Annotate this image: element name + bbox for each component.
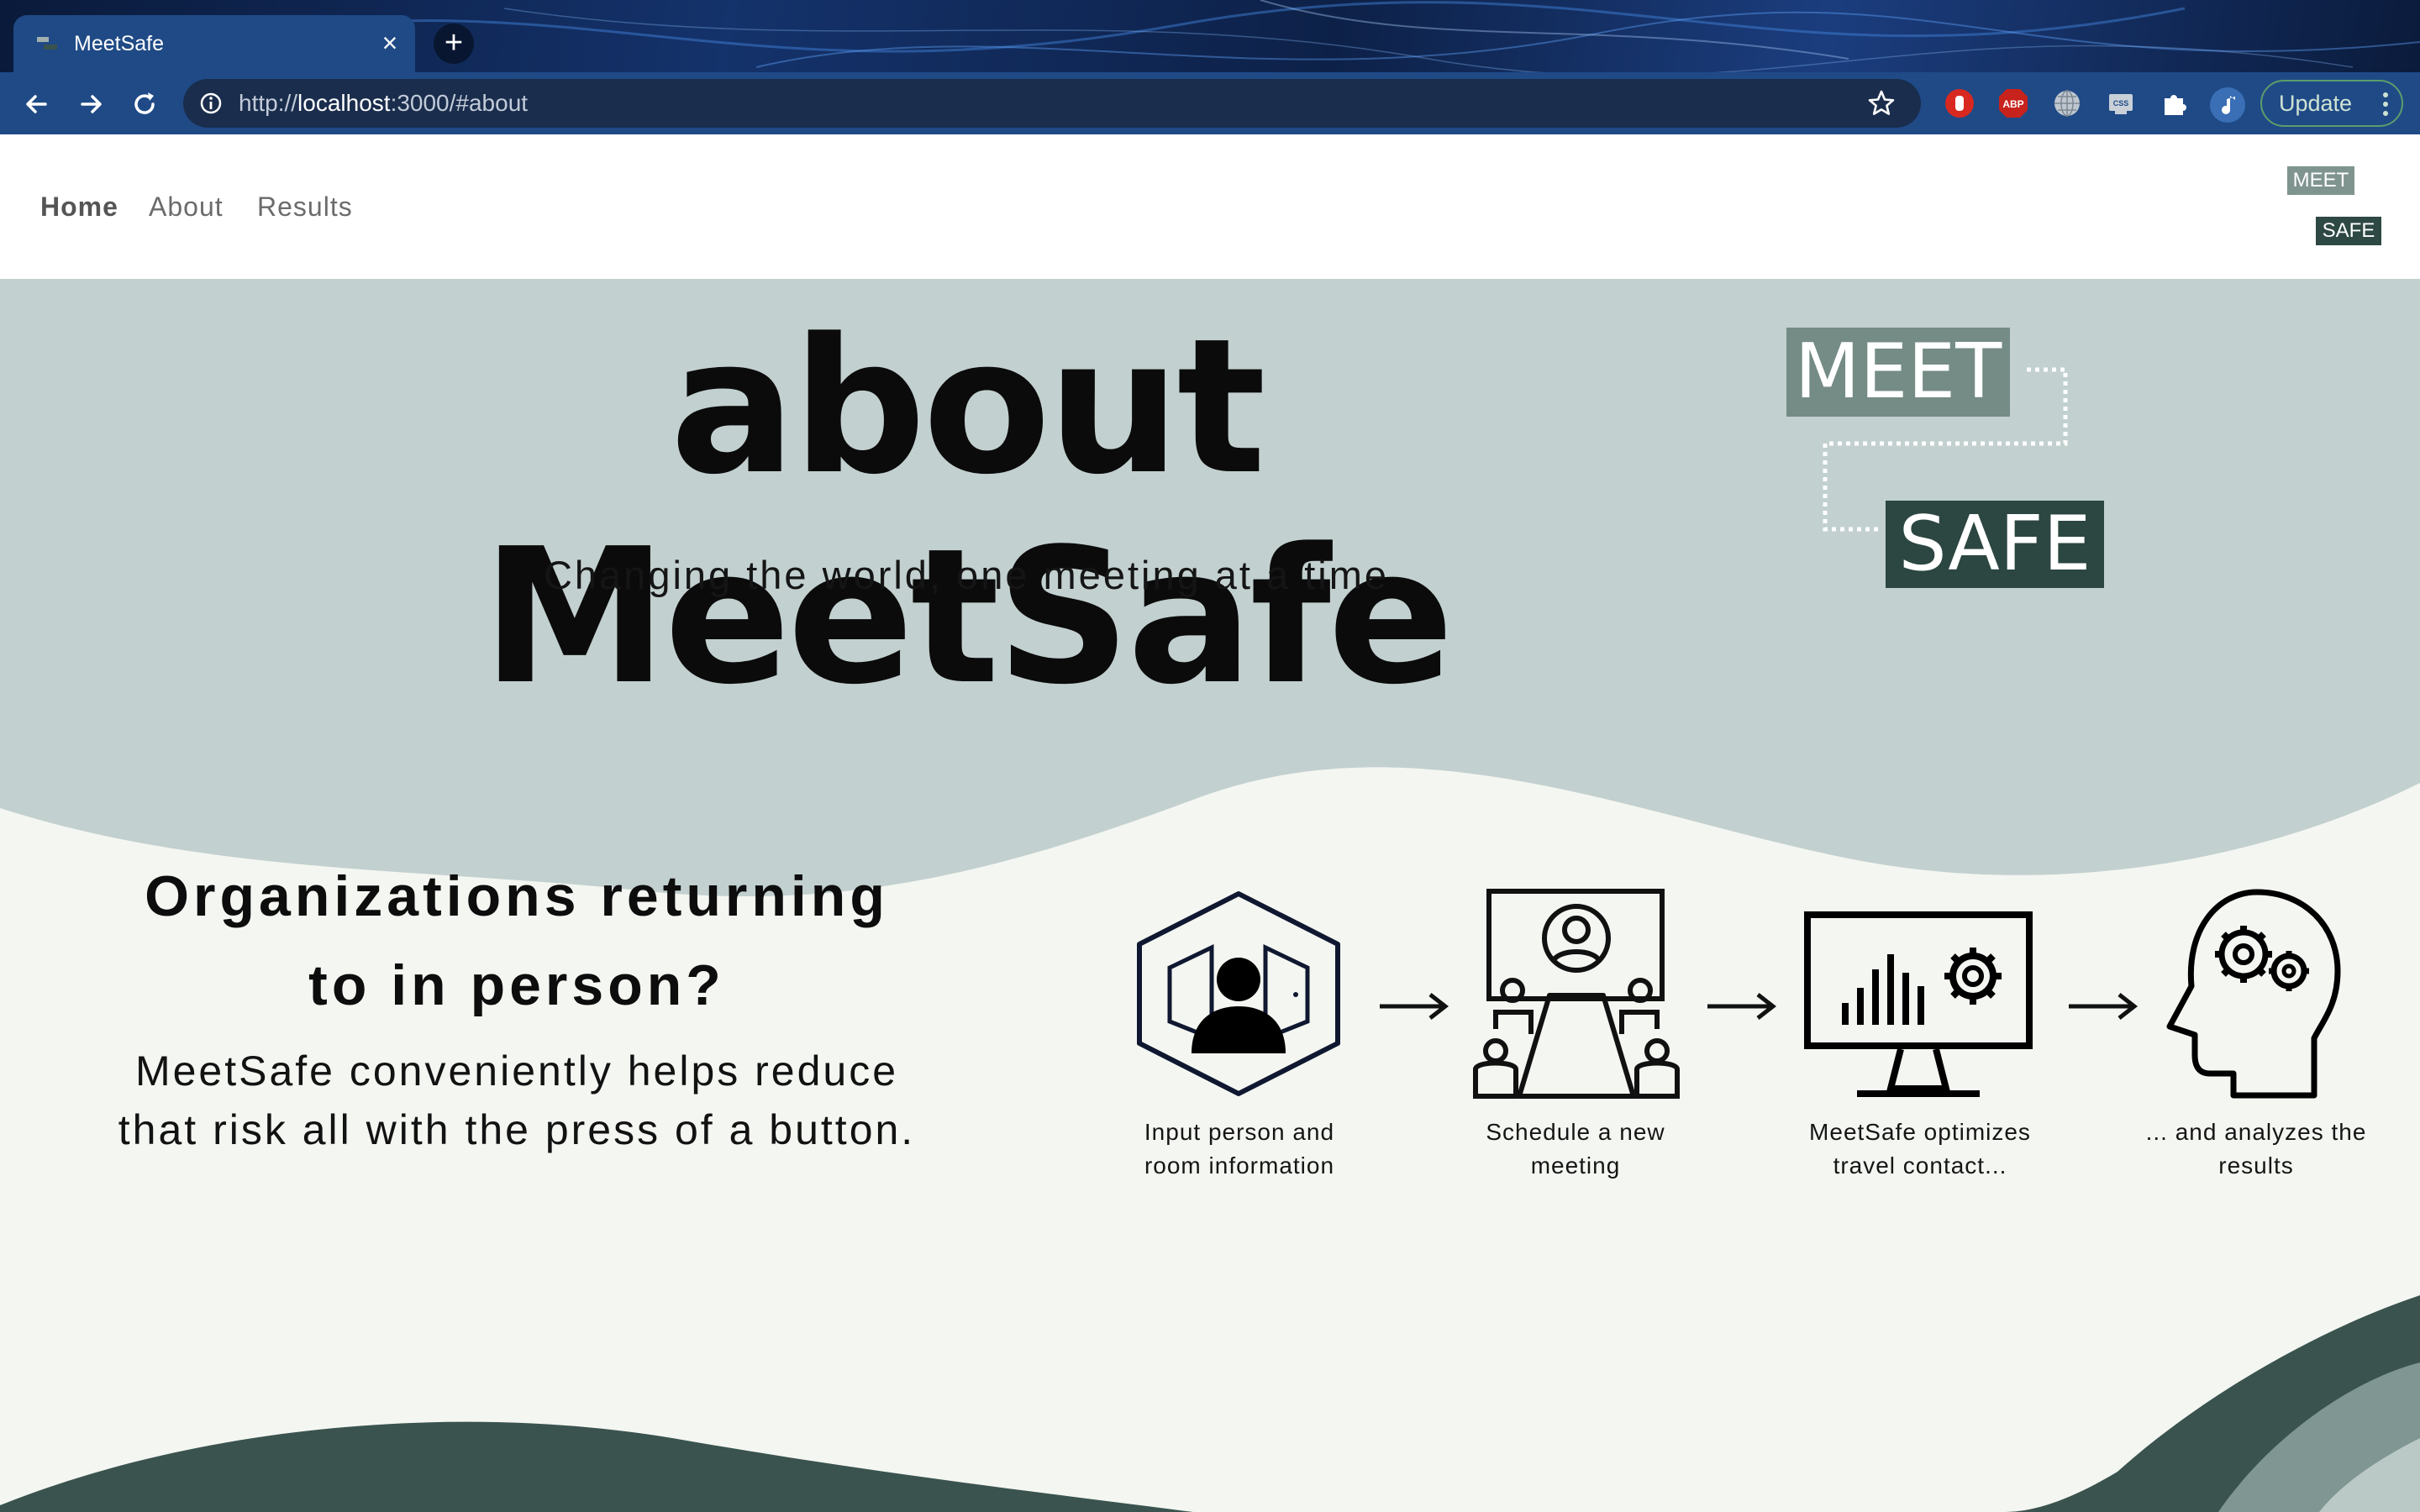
step-3-line1: MeetSafe optimizes [1809,1119,2031,1145]
url-host: localhost [297,90,391,116]
update-button[interactable]: Update [2260,80,2403,127]
step-1-line2: room information [1144,1152,1335,1179]
intro-body: MeetSafe conveniently helps reduce that … [76,1042,958,1159]
svg-text:CSS: CSS [2113,99,2129,108]
back-icon[interactable] [18,86,55,123]
url-scheme: http:// [239,90,298,116]
tab-title: MeetSafe [74,32,165,55]
step-4-line1: ... and analyzes the [2145,1119,2367,1145]
intro-heading-line1: Organizations returning [145,864,889,928]
step-4-label: ... and analyzes the results [2109,1116,2403,1183]
menu-dots-icon[interactable] [2381,90,2390,118]
profile-avatar[interactable] [2210,87,2245,123]
step-4-line2: results [2218,1152,2294,1179]
url-path: :3000/#about [390,90,529,116]
nav-results-link[interactable]: Results [257,190,353,223]
site-info-icon[interactable] [198,91,224,116]
navbar-logo-safe[interactable]: SAFE [2316,217,2381,245]
intro-heading-line2: to in person? [308,953,725,1017]
update-label: Update [2279,91,2353,116]
url-text[interactable]: http://localhost:3000/#about [239,89,528,118]
block-extension-icon[interactable] [1943,87,1976,120]
globe-extension-icon[interactable] [2050,87,2084,120]
svg-text:ABP: ABP [2002,98,2023,110]
navbar-logo-meet[interactable]: MEET [2287,166,2354,195]
step-3-line2: travel contact... [1833,1152,2007,1179]
intro-body-line1: MeetSafe conveniently helps reduce [134,1047,899,1095]
extensions-puzzle-icon[interactable] [2158,87,2191,120]
step-3-label: MeetSafe optimizes travel contact... [1777,1116,2063,1183]
page-subtitle: Changing the world, one meeting at a tim… [543,553,1390,597]
profile-music-icon [2222,96,2235,114]
page-content: Home About Results MEET SAFE about MeetS… [0,134,2420,1512]
hero-logo-safe: SAFE [1886,501,2104,588]
step-1-label: Input person and room information [1101,1116,1378,1183]
adblock-plus-icon[interactable]: ABP [1996,87,2030,120]
site-navbar: Home About Results MEET SAFE [0,134,2420,279]
arrow-right-icon [1380,993,1449,1020]
browser-chrome: MeetSafe × + http://localhost:3000/#abou… [0,0,2420,134]
step-2-line2: meeting [1530,1152,1621,1179]
reload-icon[interactable] [126,86,163,123]
head-gears-icon [2166,889,2341,1099]
css-viewer-icon[interactable]: CSS [2104,87,2138,120]
intro-heading: Organizations returning to in person? [76,852,958,1030]
arrow-right-icon [2069,993,2138,1020]
bookmark-star-icon[interactable] [1865,87,1897,119]
nav-home-link[interactable]: Home [40,190,118,223]
address-bar[interactable]: http://localhost:3000/#about [183,79,1921,128]
step-2-label: Schedule a new meeting [1437,1116,1714,1183]
step-2-line1: Schedule a new [1486,1119,1665,1145]
arrow-right-icon [1707,993,1776,1020]
step-1-line1: Input person and [1144,1119,1335,1145]
meeting-table-icon [1473,889,1680,1099]
favicon-icon [37,37,57,50]
new-tab-button[interactable]: + [434,24,474,64]
page-title: about MeetSafe [481,299,1454,726]
browser-toolbar: http://localhost:3000/#about ABP CSS Upd… [0,72,2420,134]
nav-about-link[interactable]: About [149,190,224,223]
person-door-hexagon-icon [1137,891,1340,1096]
tab-close-icon[interactable]: × [375,29,405,57]
hero-logo-meet: MEET [1786,328,2010,417]
forward-icon[interactable] [72,86,109,123]
browser-tab[interactable]: MeetSafe × [13,15,415,72]
intro-body-line2: that risk all with the press of a button… [118,1106,916,1153]
monitor-chart-gear-icon [1804,911,2033,1097]
